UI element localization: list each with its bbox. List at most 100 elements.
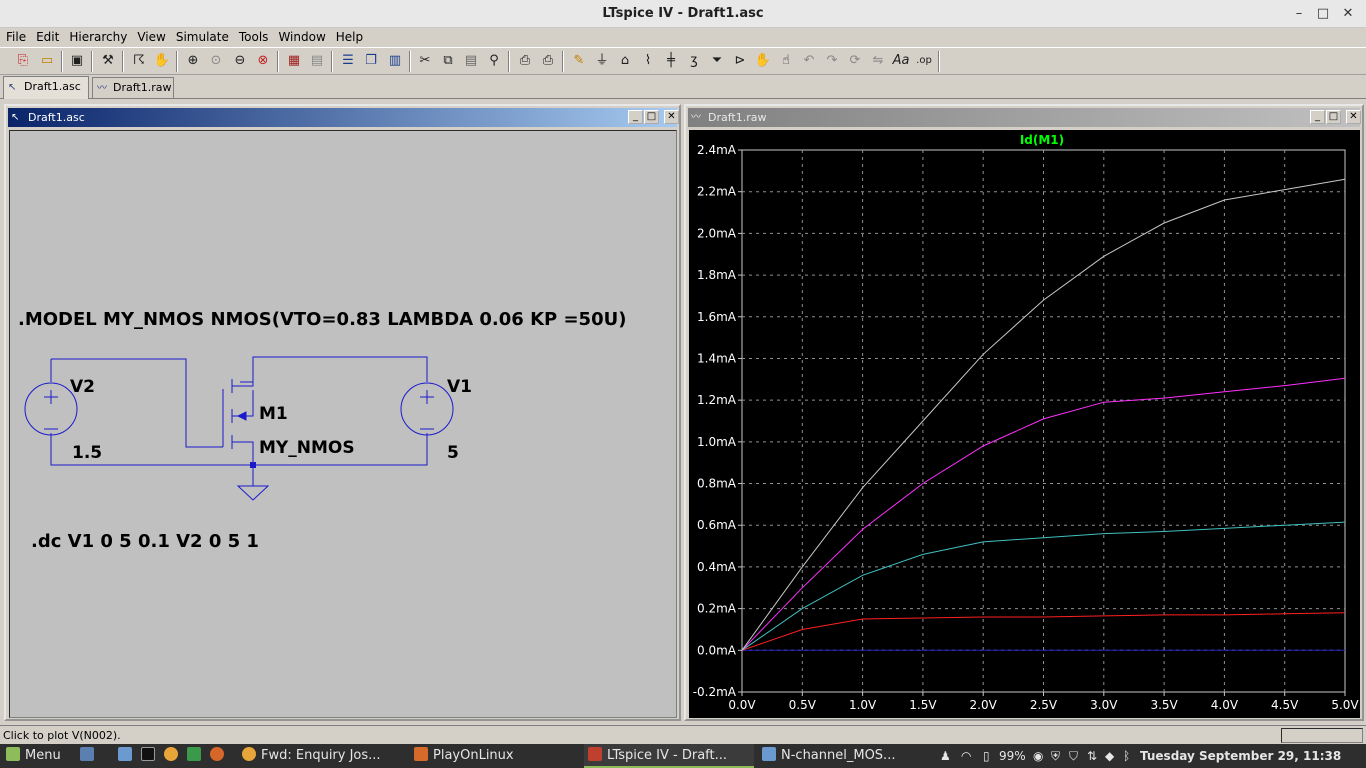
- chrome-launcher-icon[interactable]: [164, 744, 184, 768]
- component-icon[interactable]: ⊳: [730, 51, 750, 71]
- grid-icon[interactable]: ▤: [307, 51, 327, 71]
- m1-model: MY_NMOS: [259, 438, 355, 458]
- v2-value: 1.5: [72, 443, 102, 463]
- maximize-icon[interactable]: □: [1314, 5, 1332, 23]
- menu-help[interactable]: Help: [331, 28, 368, 46]
- y-tick-label: 1.4mA: [697, 351, 737, 365]
- menu-simulate[interactable]: Simulate: [171, 28, 234, 46]
- redo-icon[interactable]: ↷: [822, 51, 842, 71]
- mirror-icon[interactable]: ⇋: [868, 51, 888, 71]
- tile-horizontal-icon[interactable]: ☰: [338, 51, 358, 71]
- spice-directive-icon[interactable]: .op: [914, 51, 934, 71]
- new-schematic-icon[interactable]: ⎘: [13, 51, 33, 71]
- schematic-icon: ↖: [11, 112, 20, 123]
- menu-view[interactable]: View: [132, 28, 170, 46]
- tile-vertical-icon[interactable]: ▥: [385, 51, 405, 71]
- run-icon[interactable]: ☈: [129, 51, 149, 71]
- child-minimize-icon[interactable]: _: [628, 110, 643, 124]
- plot-pane[interactable]: Id(M1) 0.0V 0.5V 1.0V 1.5V 2.0V 2.5V 3.0V 3.5V 4…: [689, 130, 1360, 718]
- diode-icon[interactable]: ⏷: [707, 51, 727, 71]
- menu-edit[interactable]: Edit: [31, 28, 64, 46]
- menu-file[interactable]: File: [1, 28, 31, 46]
- voltage-source-v1[interactable]: [400, 382, 454, 436]
- model-directive[interactable]: .MODEL MY_NMOS NMOS(VTO=0.83 LAMBDA 0.06…: [18, 309, 626, 330]
- network-icon[interactable]: ◠: [961, 744, 971, 768]
- taskbar-item-label: LTspice IV - Draft...: [607, 748, 728, 763]
- halt-icon[interactable]: ✋: [152, 51, 172, 71]
- move-icon[interactable]: ✋: [753, 51, 773, 71]
- find-icon[interactable]: ⚲: [484, 51, 504, 71]
- open-icon[interactable]: ▭: [37, 51, 57, 71]
- menu-tools[interactable]: Tools: [234, 28, 274, 46]
- x-tick-label: 5.0V: [1331, 698, 1359, 712]
- waveform-window-titlebar[interactable]: 〰 Draft1.raw _ □ ✕: [688, 108, 1361, 127]
- child-close-icon[interactable]: ✕: [664, 110, 679, 124]
- show-desktop-icon[interactable]: [80, 744, 100, 768]
- schematic-canvas[interactable]: .MODEL MY_NMOS NMOS(VTO=0.83 LAMBDA 0.06…: [9, 130, 677, 718]
- y-tick-label: 1.0mA: [697, 435, 737, 449]
- transfer-icon[interactable]: ⇅: [1087, 744, 1097, 768]
- start-menu-label: Menu: [25, 748, 61, 763]
- zoom-cancel-icon[interactable]: ⊗: [253, 51, 273, 71]
- taskbar-item-playonlinux[interactable]: PlayOnLinux: [410, 744, 580, 768]
- print-setup-icon[interactable]: ⎙: [515, 51, 535, 71]
- toolbar-separator: [61, 51, 63, 72]
- start-menu-button[interactable]: Menu: [6, 744, 76, 768]
- child-close-icon[interactable]: ✕: [1346, 110, 1361, 124]
- inductor-icon[interactable]: ʒ: [684, 51, 704, 71]
- drive-launcher-icon[interactable]: [187, 744, 207, 768]
- taskbar-item-ltspice[interactable]: LTspice IV - Draft...: [584, 744, 754, 768]
- x-tick-label: 4.5V: [1271, 698, 1299, 712]
- text-icon[interactable]: Aa: [891, 51, 911, 71]
- close-icon[interactable]: ✕: [1339, 5, 1357, 23]
- cut-icon[interactable]: ✂: [415, 51, 435, 71]
- dc-directive[interactable]: .dc V1 0 5 0.1 V2 0 5 1: [31, 531, 259, 552]
- user-icon[interactable]: ♟: [940, 744, 951, 768]
- zoom-in-icon[interactable]: ⊕: [183, 51, 203, 71]
- schematic-window-titlebar[interactable]: ↖ Draft1.asc _ □ ✕: [8, 108, 679, 127]
- drag-icon[interactable]: ☝: [776, 51, 796, 71]
- trace-line-1[interactable]: [741, 612, 1346, 651]
- undo-icon[interactable]: ↶: [799, 51, 819, 71]
- update-icon[interactable]: ⛨: [1051, 744, 1060, 768]
- toolbar-separator: [176, 51, 178, 72]
- draw-wire-icon[interactable]: ✎: [569, 51, 589, 71]
- cascade-icon[interactable]: ❐: [361, 51, 381, 71]
- control-panel-icon[interactable]: ⚒: [98, 51, 118, 71]
- capacitor-icon[interactable]: ╪: [661, 51, 681, 71]
- menu-hierarchy[interactable]: Hierarchy: [64, 28, 132, 46]
- autorange-icon[interactable]: ▦: [284, 51, 304, 71]
- nvidia-icon[interactable]: ◆: [1105, 744, 1114, 768]
- menu-window[interactable]: Window: [273, 28, 330, 46]
- bluetooth-icon[interactable]: ᛒ: [1123, 744, 1130, 768]
- print-icon[interactable]: ⎙: [538, 51, 558, 71]
- child-maximize-icon[interactable]: □: [644, 110, 659, 124]
- save-icon[interactable]: ▣: [67, 51, 87, 71]
- taskbar-item-folder[interactable]: N-channel_MOS...: [758, 744, 928, 768]
- label-net-icon[interactable]: ⌂: [615, 51, 635, 71]
- resistor-icon[interactable]: ⌇: [638, 51, 658, 71]
- rotate-icon[interactable]: ⟳: [845, 51, 865, 71]
- trace-label-id-m1[interactable]: Id(M1): [1020, 133, 1064, 147]
- files-launcher-icon[interactable]: [118, 744, 138, 768]
- tab-draft1-asc[interactable]: ↖ Draft1.asc: [3, 76, 89, 99]
- nmos-m1[interactable]: [222, 379, 254, 449]
- zoom-pan-icon[interactable]: ⊙: [206, 51, 226, 71]
- chrome-tray-icon[interactable]: ◉: [1033, 744, 1043, 768]
- firefox-launcher-icon[interactable]: [210, 744, 230, 768]
- battery-icon[interactable]: ▯: [983, 744, 990, 768]
- clock[interactable]: Tuesday September 29, 11:38: [1140, 744, 1341, 768]
- tab-draft1-raw[interactable]: 〰 Draft1.raw: [92, 77, 174, 98]
- copy-icon[interactable]: ⧉: [438, 51, 458, 71]
- paste-icon[interactable]: ▤: [461, 51, 481, 71]
- ground-icon[interactable]: ⏚: [592, 51, 612, 71]
- toolbar-separator: [277, 51, 279, 72]
- shield-icon[interactable]: ⛉: [1069, 744, 1078, 768]
- child-maximize-icon[interactable]: □: [1326, 110, 1341, 124]
- child-minimize-icon[interactable]: _: [1310, 110, 1325, 124]
- y-tick-label: 1.2mA: [697, 393, 737, 407]
- terminal-launcher-icon[interactable]: [141, 744, 161, 768]
- taskbar-item-chrome[interactable]: Fwd: Enquiry Jos...: [238, 744, 406, 768]
- minimize-icon[interactable]: –: [1290, 5, 1308, 23]
- zoom-out-icon[interactable]: ⊖: [230, 51, 250, 71]
